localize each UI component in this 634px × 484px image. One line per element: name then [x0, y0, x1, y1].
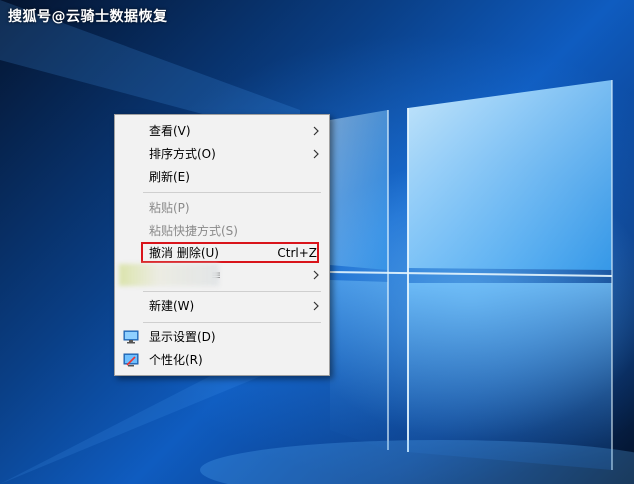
highlight-box	[141, 242, 319, 263]
menu-item-new[interactable]: 新建(W)	[117, 295, 327, 317]
menu-item-label: 个性化(R)	[149, 353, 203, 367]
desktop-context-menu: 查看(V) 排序方式(O) 刷新(E) 粘贴(P) 粘贴快捷方式(S) 撤消 删…	[114, 114, 330, 376]
menu-item-personalize[interactable]: 个性化(R)	[117, 349, 327, 371]
menu-item-display-settings[interactable]: 显示设置(D)	[117, 326, 327, 348]
chevron-right-icon	[313, 149, 319, 159]
menu-item-label: 显示设置(D)	[149, 330, 216, 344]
blurred-region	[119, 264, 219, 286]
chevron-right-icon	[313, 270, 319, 280]
menu-item-label: 排序方式(O)	[149, 147, 216, 161]
menu-item-label: 粘贴快捷方式(S)	[149, 224, 238, 238]
menu-item-paste-shortcut: 粘贴快捷方式(S)	[117, 220, 327, 242]
chevron-right-icon	[313, 126, 319, 136]
menu-item-paste: 粘贴(P)	[117, 197, 327, 219]
menu-item-view[interactable]: 查看(V)	[117, 120, 327, 142]
watermark-text: 搜狐号@云骑士数据恢复	[8, 9, 168, 25]
menu-item-label: 刷新(E)	[149, 170, 190, 184]
menu-item-label: 粘贴(P)	[149, 201, 190, 215]
menu-separator	[143, 322, 321, 323]
personalize-icon	[123, 353, 139, 367]
chevron-right-icon	[313, 301, 319, 311]
menu-separator	[143, 192, 321, 193]
menu-item-label: 查看(V)	[149, 124, 191, 138]
menu-item-refresh[interactable]: 刷新(E)	[117, 166, 327, 188]
menu-separator	[143, 291, 321, 292]
monitor-icon	[123, 330, 139, 344]
menu-item-sort-by[interactable]: 排序方式(O)	[117, 143, 327, 165]
menu-item-label: 新建(W)	[149, 299, 195, 313]
